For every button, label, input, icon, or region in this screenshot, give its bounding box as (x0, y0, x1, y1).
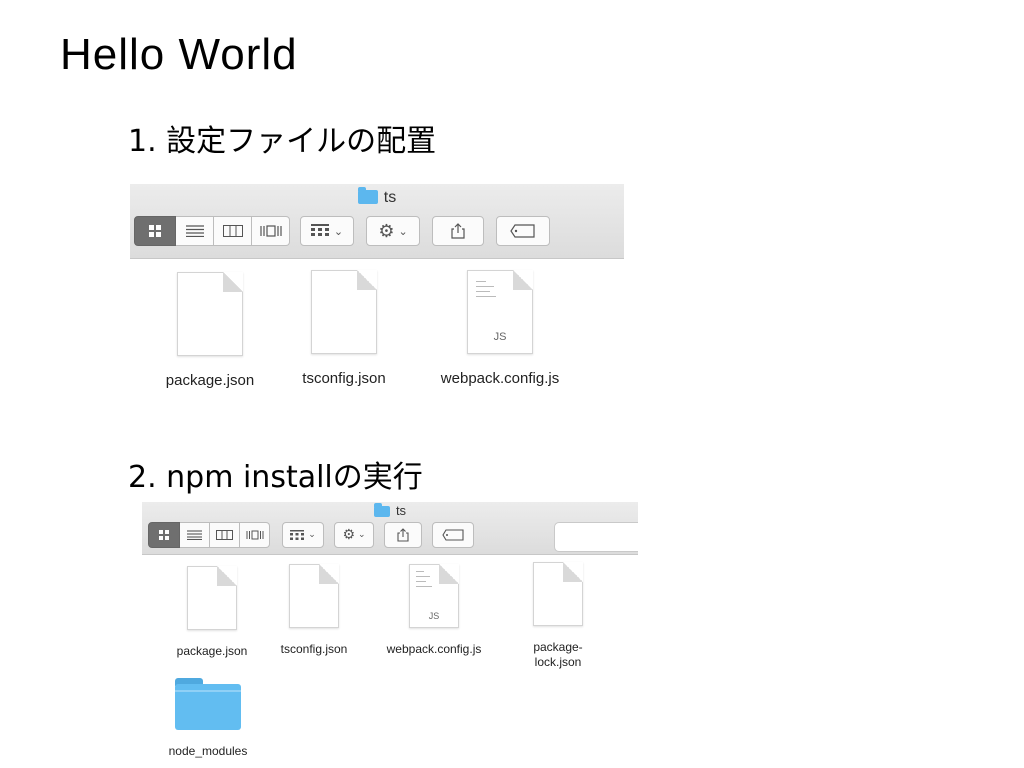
window-title-text: ts (383, 189, 397, 206)
file-item-tsconfig-json[interactable]: tsconfig.json (284, 270, 404, 389)
file-name: tsconfig.json (302, 370, 386, 387)
share-button[interactable] (432, 216, 484, 246)
file-name: package.json (176, 644, 248, 658)
file-item-webpack-config-js[interactable]: JS webpack.config.js (374, 564, 494, 657)
section-heading-2: 2. npm installの実行 (128, 460, 423, 495)
js-badge: JS (493, 331, 507, 343)
file-name: tsconfig.json (280, 642, 348, 656)
finder-toolbar-1: ts ⌄ ⚙ ⌄ (130, 184, 624, 259)
file-item-package-json[interactable]: package.json (162, 566, 262, 659)
js-badge: JS (428, 611, 440, 621)
list-view-icon[interactable] (176, 216, 214, 246)
document-icon (289, 564, 339, 628)
chevron-down-icon: ⌄ (333, 224, 344, 238)
slide-title: Hello World (60, 30, 298, 79)
window-title-text: ts (395, 503, 407, 518)
document-icon (177, 272, 243, 356)
gear-icon: ⚙ (378, 220, 395, 242)
folder-icon (175, 678, 241, 730)
window-title: ts (142, 503, 638, 518)
window-title: ts (130, 187, 624, 207)
file-item-tsconfig-json[interactable]: tsconfig.json (264, 564, 364, 657)
file-name: webpack.config.js (440, 370, 560, 387)
coverflow-view-icon[interactable] (252, 216, 290, 246)
chevron-down-icon: ⌄ (358, 530, 366, 540)
icon-view-icon[interactable] (148, 522, 180, 548)
js-document-icon: JS (467, 270, 533, 354)
tag-icon (510, 224, 535, 238)
gear-icon: ⚙ (342, 527, 355, 543)
file-name: webpack.config.js (386, 642, 482, 656)
section-heading-1: 1. 設定ファイルの配置 (128, 124, 437, 159)
list-view-icon[interactable] (180, 522, 210, 548)
file-item-webpack-config-js[interactable]: JS webpack.config.js (425, 270, 575, 389)
arrange-icon (310, 224, 329, 236)
file-item-package-lock-json[interactable]: package- lock.json (510, 562, 606, 670)
share-button[interactable] (384, 522, 422, 548)
share-icon (451, 223, 465, 239)
document-icon (311, 270, 377, 354)
arrange-icon (290, 529, 305, 540)
tags-button[interactable] (496, 216, 550, 246)
js-document-icon: JS (409, 564, 459, 628)
file-item-node-modules[interactable]: node_modules (158, 678, 258, 759)
view-mode-segmented[interactable] (148, 522, 270, 548)
folder-name: node_modules (168, 744, 248, 758)
arrange-button[interactable]: ⌄ (300, 216, 354, 246)
icon-view-icon[interactable] (134, 216, 176, 246)
chevron-down-icon: ⌄ (308, 530, 316, 540)
finder-window-2: ts ⌄ ⚙ ⌄ package.json tsconfig.json JS w… (142, 502, 638, 768)
document-icon (187, 566, 237, 630)
coverflow-view-icon[interactable] (240, 522, 270, 548)
file-name: package- lock.json (533, 640, 583, 669)
column-view-icon[interactable] (214, 216, 252, 246)
tags-button[interactable] (432, 522, 474, 548)
finder-toolbar-2: ts ⌄ ⚙ ⌄ (142, 502, 638, 555)
view-mode-segmented[interactable] (134, 216, 290, 246)
document-icon (533, 562, 583, 626)
chevron-down-icon: ⌄ (398, 224, 408, 238)
folder-icon (357, 187, 378, 204)
search-field[interactable] (554, 522, 638, 552)
finder-window-1: ts ⌄ ⚙ ⌄ package.json tsconfig.json JS w… (130, 184, 624, 394)
action-button[interactable]: ⚙ ⌄ (366, 216, 420, 246)
share-icon (397, 528, 409, 542)
action-button[interactable]: ⚙ ⌄ (334, 522, 374, 548)
folder-icon (373, 503, 390, 517)
column-view-icon[interactable] (210, 522, 240, 548)
file-item-package-json[interactable]: package.json (150, 272, 270, 391)
arrange-button[interactable]: ⌄ (282, 522, 324, 548)
tag-icon (442, 529, 464, 541)
file-name: package.json (165, 372, 255, 389)
